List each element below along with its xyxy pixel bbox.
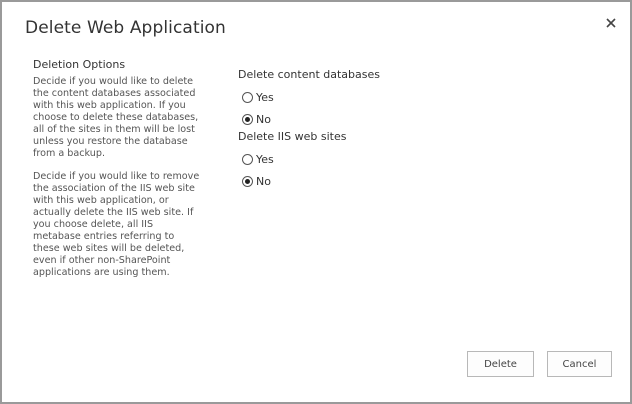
content-databases-group: Delete content databases Yes No xyxy=(238,68,498,126)
close-icon[interactable] xyxy=(602,14,620,32)
iis-sites-description: Decide if you would like to remove the a… xyxy=(33,171,200,278)
iis-sites-yes-label: Yes xyxy=(256,152,274,166)
iis-sites-yes-option[interactable]: Yes xyxy=(238,152,498,166)
iis-sites-group: Delete IIS web sites Yes No xyxy=(238,130,498,188)
delete-button[interactable]: Delete xyxy=(467,351,534,377)
dialog-title: Delete Web Application xyxy=(25,18,226,38)
deletion-options-section: Deletion Options Decide if you would lik… xyxy=(33,58,213,279)
cancel-button[interactable]: Cancel xyxy=(547,351,612,377)
iis-sites-no-option[interactable]: No xyxy=(238,174,498,188)
options-panel: Delete content databases Yes No Delete I… xyxy=(238,68,498,196)
iis-sites-no-radio[interactable] xyxy=(242,175,253,187)
content-databases-no-label: No xyxy=(256,112,271,126)
iis-sites-label: Delete IIS web sites xyxy=(238,130,347,143)
content-databases-yes-radio[interactable] xyxy=(242,91,253,103)
deletion-options-heading: Deletion Options xyxy=(33,58,126,71)
iis-sites-yes-radio[interactable] xyxy=(242,153,253,165)
content-databases-label: Delete content databases xyxy=(238,68,380,81)
content-databases-no-radio[interactable] xyxy=(242,113,253,125)
content-databases-description: Decide if you would like to delete the c… xyxy=(33,76,199,159)
iis-sites-no-label: No xyxy=(256,174,271,188)
content-databases-yes-option[interactable]: Yes xyxy=(238,90,498,104)
content-databases-yes-label: Yes xyxy=(256,90,274,104)
delete-web-application-dialog: Delete Web Application Deletion Options … xyxy=(0,0,632,404)
content-databases-no-option[interactable]: No xyxy=(238,112,498,126)
